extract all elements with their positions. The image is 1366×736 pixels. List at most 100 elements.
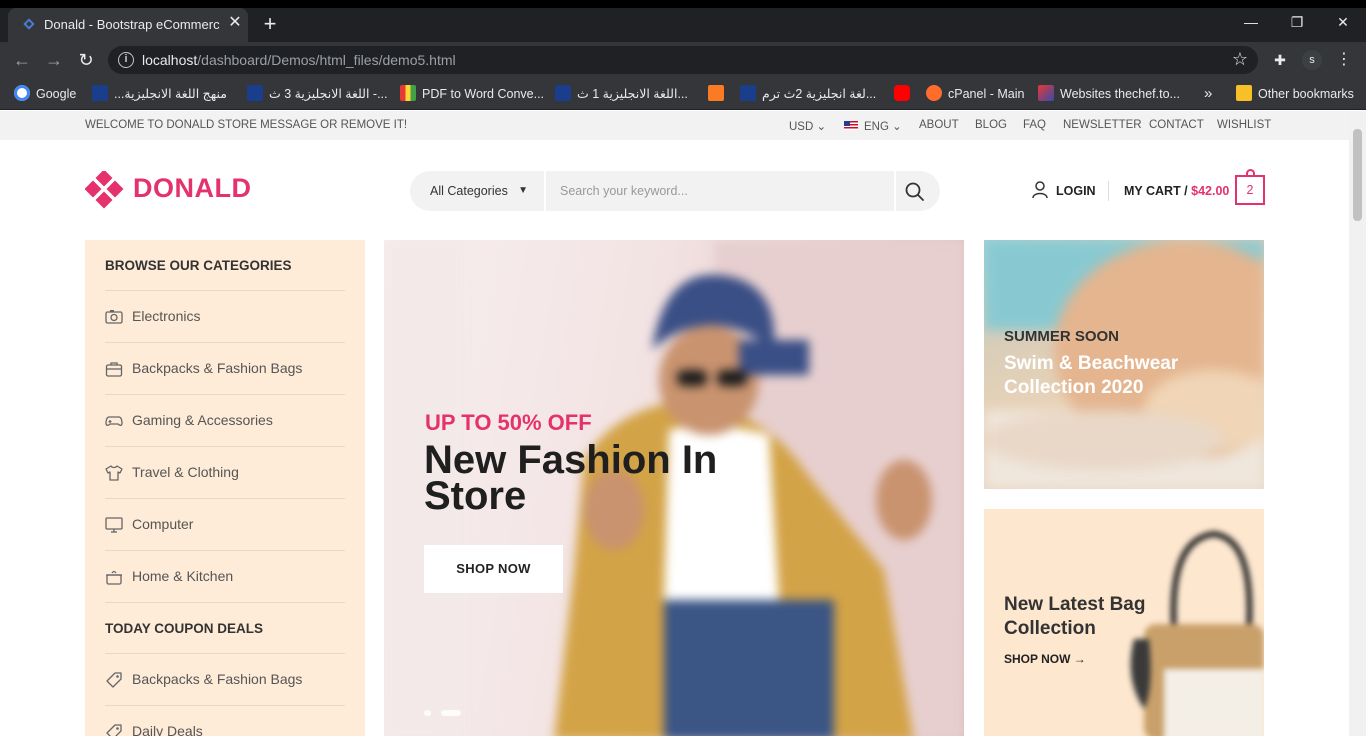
topbar-link-contact[interactable]: CONTACT (1149, 119, 1204, 131)
browser-tab[interactable]: Donald - Bootstrap eCommerce T ✕ (8, 8, 248, 42)
logo-diamond-icon (85, 171, 124, 209)
maximize-button[interactable]: ❐ (1274, 8, 1320, 38)
chevron-down-icon: ⌄ (816, 121, 827, 133)
browser-toolbar: ← → ↻ i localhost/dashboard/Demos/html_f… (0, 42, 1366, 78)
bag-collection-banner[interactable]: New Latest Bag Collection SHOP NOW → (984, 509, 1264, 736)
cart-total: $42.00 (1191, 184, 1230, 198)
sidebar-item-home-kitchen[interactable]: Home & Kitchen (105, 550, 345, 602)
youtube-icon (894, 85, 910, 101)
browse-categories-heading: BROWSE OUR CATEGORIES (105, 258, 292, 273)
window-top-strip (0, 0, 1366, 8)
tag-icon (106, 672, 122, 688)
banner-title: Swim & Beachwear Collection 2020 (1004, 353, 1179, 398)
topbar-link-wishlist[interactable]: WISHLIST (1217, 119, 1271, 131)
bookmark-item[interactable]: اللغة الانجليزية 3 ث -... (247, 84, 388, 104)
top-info-bar: WELCOME TO DONALD STORE MESSAGE OR REMOV… (0, 111, 1349, 140)
site-info-icon[interactable]: i (118, 52, 134, 68)
topbar-link-blog[interactable]: BLOG (975, 119, 1007, 131)
topbar-link-newsletter[interactable]: NEWSLETTER (1063, 119, 1142, 131)
topbar-link-about[interactable]: ABOUT (919, 119, 959, 131)
shop-now-link[interactable]: SHOP NOW → (1004, 652, 1086, 666)
bookmark-item[interactable]: ...منهج اللغة الانجليزية (92, 84, 227, 104)
bookmark-item[interactable]: اللغة الانجليزية 1 ث... (555, 84, 688, 104)
forward-arrow-icon[interactable]: → (42, 48, 66, 72)
sidebar-item-electronics[interactable]: Electronics (105, 290, 345, 342)
promo-text: UP TO 50% OFF (425, 410, 592, 435)
more-bookmarks-chevron-icon[interactable]: » (1204, 84, 1212, 104)
google-icon (14, 85, 30, 101)
folder-icon (1236, 85, 1252, 101)
topbar-link-faq[interactable]: FAQ (1023, 119, 1046, 131)
search-input[interactable] (544, 171, 896, 211)
close-window-button[interactable]: ✕ (1320, 8, 1366, 38)
bookmark-item[interactable]: لغة انجليزية 2ث ترم... (740, 84, 876, 104)
banner-kicker: SUMMER SOON (1004, 328, 1120, 345)
menu-kebab-icon[interactable]: ⋮ (1334, 50, 1354, 70)
sidebar-item-computer[interactable]: Computer (105, 498, 345, 550)
site-icon (247, 85, 263, 101)
cart-count-badge: 2 (1246, 183, 1254, 197)
page-scrollbar[interactable] (1349, 111, 1366, 736)
scrollbar-thumb[interactable] (1353, 129, 1362, 221)
hero-slider[interactable]: UP TO 50% OFF New Fashion In Store SHOP … (384, 240, 964, 736)
shop-now-button[interactable]: SHOP NOW (424, 545, 563, 593)
us-flag-icon (844, 121, 858, 130)
pdf-icon (400, 85, 416, 101)
sidebar-deal-backpacks[interactable]: Backpacks & Fashion Bags (105, 653, 345, 705)
bag-icon (105, 362, 123, 377)
url-text[interactable]: localhost/dashboard/Demos/html_files/dem… (142, 52, 456, 68)
bookmark-pdf-to-word[interactable]: PDF to Word Conve... (400, 84, 544, 104)
tab-strip: Donald - Bootstrap eCommerce T ✕ + — ❐ ✕ (0, 8, 1366, 42)
search-icon[interactable] (904, 181, 926, 203)
shirt-icon (105, 465, 123, 481)
bookmark-thechef[interactable]: Websites thechef.to... (1038, 84, 1180, 104)
slider-dot-2-active[interactable] (441, 710, 461, 716)
slider-dot-1[interactable] (424, 710, 431, 716)
chevron-down-icon: ⌄ (892, 121, 902, 133)
new-tab-button[interactable]: + (258, 12, 282, 36)
address-bar[interactable]: i localhost/dashboard/Demos/html_files/d… (108, 46, 1258, 74)
coupon-deals-heading: TODAY COUPON DEALS (105, 621, 264, 636)
deals-heading-row: TODAY COUPON DEALS (105, 602, 345, 654)
bookmark-youtube[interactable] (894, 84, 916, 104)
sidebar-deal-daily[interactable]: Daily Deals (105, 705, 345, 736)
bookmark-xampp[interactable] (708, 84, 730, 104)
cart-summary[interactable]: MY CART / $42.00 (1124, 184, 1229, 198)
swimwear-banner[interactable]: SUMMER SOON Swim & Beachwear Collection … (984, 240, 1264, 489)
camera-icon (105, 310, 123, 324)
minimize-button[interactable]: — (1228, 8, 1274, 38)
tab-close-icon[interactable]: ✕ (226, 14, 244, 32)
site-favicon-icon (23, 18, 35, 30)
site-icon (1038, 85, 1054, 101)
site-icon (740, 85, 756, 101)
sidebar-item-travel[interactable]: Travel & Clothing (105, 446, 345, 498)
tab-title: Donald - Bootstrap eCommerce T (44, 17, 220, 32)
tag-icon (106, 724, 122, 736)
cpanel-icon (926, 85, 942, 101)
profile-avatar[interactable]: s (1302, 50, 1322, 70)
welcome-message: WELCOME TO DONALD STORE MESSAGE OR REMOV… (85, 119, 408, 131)
pot-icon (106, 570, 122, 585)
site-icon (92, 85, 108, 101)
banner-title: New Latest Bag Collection (1004, 594, 1146, 639)
hero-headline: New Fashion In Store (424, 438, 718, 518)
back-arrow-icon[interactable]: ← (10, 48, 34, 72)
other-bookmarks-folder[interactable]: Other bookmarks (1236, 84, 1354, 104)
cart-bag-icon[interactable]: 2 (1235, 169, 1265, 205)
category-sidebar: BROWSE OUR CATEGORIES Electronics Backpa… (85, 240, 365, 736)
bookmark-cpanel[interactable]: cPanel - Main (926, 84, 1024, 104)
reload-icon[interactable]: ↻ (74, 48, 98, 72)
language-select[interactable]: ENG ⌄ (844, 119, 902, 133)
extensions-puzzle-icon[interactable]: ✚ (1270, 50, 1290, 70)
chevron-down-icon: ▼ (518, 185, 528, 196)
bookmarks-bar: Google ...منهج اللغة الانجليزية اللغة ال… (0, 78, 1366, 110)
bookmark-star-icon[interactable]: ☆ (1232, 49, 1248, 70)
site-icon (555, 85, 571, 101)
currency-select[interactable]: USD ⌄ (789, 119, 826, 133)
monitor-icon (105, 517, 123, 533)
bookmark-google[interactable]: Google (14, 84, 76, 104)
brand-name: DONALD (133, 173, 252, 203)
sidebar-item-gaming[interactable]: Gaming & Accessories (105, 394, 345, 446)
category-select[interactable]: All Categories ▼ (410, 171, 542, 211)
sidebar-item-backpacks[interactable]: Backpacks & Fashion Bags (105, 342, 345, 394)
